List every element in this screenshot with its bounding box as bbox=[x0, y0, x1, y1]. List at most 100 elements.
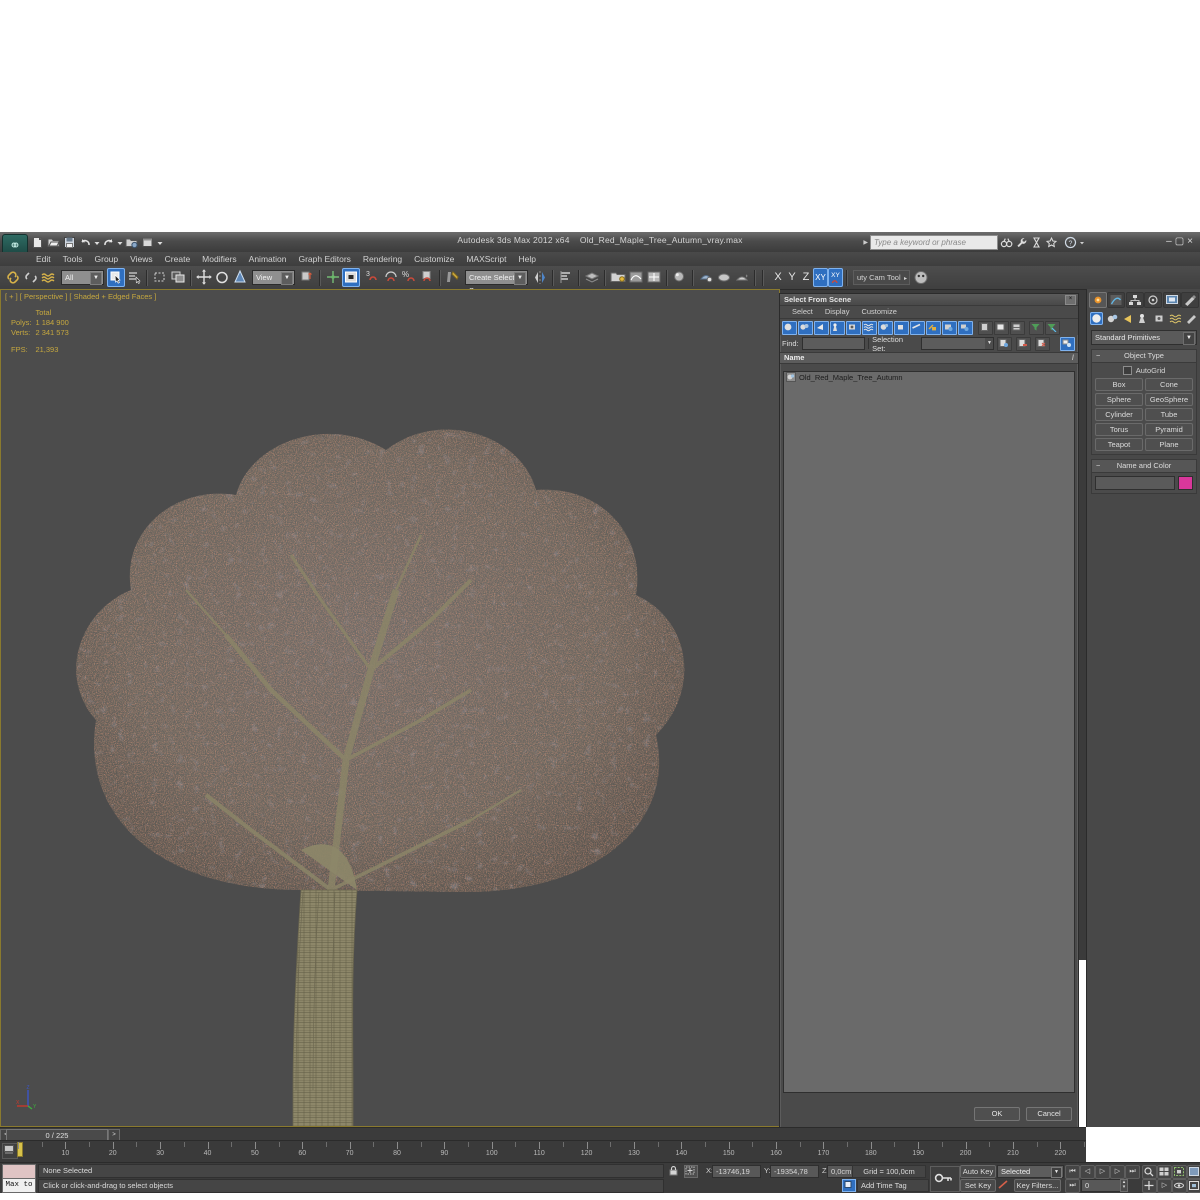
axis-constraint-xy[interactable]: XY bbox=[813, 268, 828, 287]
ok-button[interactable]: OK bbox=[974, 1107, 1020, 1121]
zoom-region-icon[interactable] bbox=[1187, 1165, 1200, 1179]
select-and-manipulate-icon[interactable] bbox=[324, 268, 342, 287]
plane-button[interactable]: Plane bbox=[1145, 438, 1193, 451]
chevron-down-icon[interactable]: ▼ bbox=[1051, 1167, 1062, 1178]
selection-filter-combo[interactable]: All ▼ bbox=[61, 270, 104, 285]
edit-named-selection-sets-icon[interactable] bbox=[444, 268, 462, 287]
render-production-icon[interactable] bbox=[733, 268, 751, 287]
wrench-icon[interactable] bbox=[1015, 236, 1028, 249]
sort-indicator-icon[interactable]: / bbox=[1072, 353, 1074, 363]
scene-explorer-icon[interactable] bbox=[609, 268, 627, 287]
clear-filter-icon[interactable] bbox=[1045, 320, 1060, 335]
open-mini-curve-editor-icon[interactable] bbox=[2, 1143, 18, 1159]
previous-frame-icon[interactable]: ◁ bbox=[1080, 1165, 1095, 1179]
display-geometry-icon[interactable] bbox=[782, 320, 797, 335]
collapse-icon[interactable]: − bbox=[1096, 460, 1100, 472]
select-and-link-icon[interactable] bbox=[4, 268, 22, 287]
key-filters-button[interactable]: Key Filters... bbox=[1014, 1179, 1061, 1192]
help-dropdown-icon[interactable] bbox=[1079, 236, 1085, 249]
collapse-icon[interactable]: − bbox=[1096, 350, 1100, 362]
display-frozen-icon[interactable] bbox=[926, 320, 941, 335]
orbit-icon[interactable] bbox=[1172, 1179, 1187, 1193]
filter-icon[interactable] bbox=[1029, 320, 1044, 335]
search-input[interactable]: Type a keyword or phrase bbox=[870, 235, 998, 250]
undo-dropdown-icon[interactable] bbox=[94, 235, 100, 250]
cancel-button[interactable]: Cancel bbox=[1026, 1107, 1072, 1121]
display-influences-icon[interactable] bbox=[1010, 320, 1025, 335]
geometry-category-icon[interactable] bbox=[1090, 312, 1103, 325]
motion-tab-icon[interactable] bbox=[1144, 292, 1163, 308]
key-mode-nav-icon[interactable]: ⏭ bbox=[1065, 1179, 1080, 1193]
display-helpers-icon[interactable] bbox=[846, 320, 861, 335]
axis-constraint-xy-snap-icon[interactable]: XY bbox=[828, 268, 843, 287]
chevron-down-icon[interactable]: ▼ bbox=[1183, 332, 1195, 345]
select-set-add-icon[interactable] bbox=[997, 336, 1013, 351]
autogrid-row[interactable]: AutoGrid bbox=[1095, 366, 1193, 375]
select-subtree-icon[interactable] bbox=[1060, 336, 1075, 351]
modify-tab-icon[interactable] bbox=[1107, 292, 1126, 308]
dialog-menu-select[interactable]: Select bbox=[786, 306, 819, 318]
display-bone-objects-icon[interactable] bbox=[910, 320, 925, 335]
reference-coordinate-system-combo[interactable]: View ▼ bbox=[252, 270, 295, 285]
display-external-references-icon[interactable] bbox=[894, 320, 909, 335]
cylinder-button[interactable]: Cylinder bbox=[1095, 408, 1143, 421]
rectangular-selection-region-icon[interactable] bbox=[151, 268, 169, 287]
expand-all-icon[interactable] bbox=[978, 320, 993, 335]
zoom-extents-icon[interactable] bbox=[1172, 1165, 1187, 1179]
current-frame-input[interactable]: 0 bbox=[1081, 1179, 1124, 1192]
dialog-close-button[interactable]: × bbox=[1065, 295, 1076, 305]
zoom-icon[interactable] bbox=[1142, 1165, 1157, 1179]
select-object-icon[interactable] bbox=[107, 268, 125, 287]
next-frame-icon[interactable]: ▷ bbox=[1110, 1165, 1125, 1179]
scene-object-list[interactable]: Old_Red_Maple_Tree_Autumn bbox=[783, 371, 1075, 1093]
mirror-icon[interactable] bbox=[531, 268, 549, 287]
menu-views[interactable]: Views bbox=[124, 252, 159, 266]
snaps-toggle-icon[interactable] bbox=[342, 268, 360, 287]
select-set-remove-icon[interactable] bbox=[1016, 336, 1032, 351]
key-filter-mode-combo[interactable]: Selected ▼ bbox=[997, 1165, 1064, 1178]
absolute-relative-transform-icon[interactable] bbox=[684, 1165, 698, 1178]
tube-button[interactable]: Tube bbox=[1145, 408, 1193, 421]
perspective-viewport[interactable]: [ + ] [ Perspective ] [ Shaded + Edged F… bbox=[0, 289, 780, 1127]
workspace-icon[interactable] bbox=[140, 235, 155, 250]
frame-spinner[interactable]: ▴ ▾ bbox=[1120, 1179, 1128, 1192]
schematic-view-icon[interactable] bbox=[645, 268, 663, 287]
minimize-button[interactable]: – bbox=[1166, 236, 1175, 247]
axis-constraint-z[interactable]: Z bbox=[799, 268, 813, 287]
display-shapes-icon[interactable] bbox=[798, 320, 813, 335]
chevron-down-icon[interactable]: ▼ bbox=[281, 272, 293, 285]
chevron-down-icon[interactable]: ▼ bbox=[514, 272, 526, 285]
chevron-down-icon[interactable]: ▸ bbox=[904, 273, 907, 286]
menu-group[interactable]: Group bbox=[89, 252, 125, 266]
menu-tools[interactable]: Tools bbox=[57, 252, 89, 266]
menu-animation[interactable]: Animation bbox=[243, 252, 293, 266]
list-column-header[interactable]: Name / bbox=[780, 352, 1078, 364]
select-and-move-icon[interactable] bbox=[195, 268, 213, 287]
cameras-category-icon[interactable] bbox=[1137, 312, 1150, 325]
go-to-start-icon[interactable]: ⏮ bbox=[1065, 1165, 1080, 1179]
torus-button[interactable]: Torus bbox=[1095, 423, 1143, 436]
redo-icon[interactable] bbox=[101, 235, 116, 250]
shapes-category-icon[interactable] bbox=[1106, 312, 1119, 325]
create-tab-icon[interactable] bbox=[1089, 292, 1107, 308]
axis-constraint-x[interactable]: X bbox=[771, 268, 785, 287]
menu-create[interactable]: Create bbox=[159, 252, 197, 266]
dialog-menu-display[interactable]: Display bbox=[819, 306, 856, 318]
curve-editor-icon[interactable] bbox=[627, 268, 645, 287]
select-and-rotate-icon[interactable] bbox=[213, 268, 231, 287]
layer-manager-icon[interactable] bbox=[583, 268, 601, 287]
display-children-icon[interactable] bbox=[958, 320, 973, 335]
display-lights-icon[interactable] bbox=[814, 320, 829, 335]
spinner-snap-2-icon[interactable] bbox=[418, 268, 436, 287]
percent-snap-toggle-icon[interactable] bbox=[382, 268, 400, 287]
hourglass-icon[interactable] bbox=[1030, 236, 1043, 249]
helpers-category-icon[interactable] bbox=[1153, 312, 1166, 325]
set-key-button[interactable]: Set Key bbox=[960, 1179, 996, 1192]
bind-to-space-warp-icon[interactable] bbox=[40, 268, 58, 287]
rendered-frame-window-icon[interactable] bbox=[715, 268, 733, 287]
cone-button[interactable]: Cone bbox=[1145, 378, 1193, 391]
box-button[interactable]: Box bbox=[1095, 378, 1143, 391]
menu-modifiers[interactable]: Modifiers bbox=[196, 252, 242, 266]
open-file-icon[interactable] bbox=[46, 235, 61, 250]
dialog-title-bar[interactable]: Select From Scene × bbox=[780, 294, 1078, 306]
